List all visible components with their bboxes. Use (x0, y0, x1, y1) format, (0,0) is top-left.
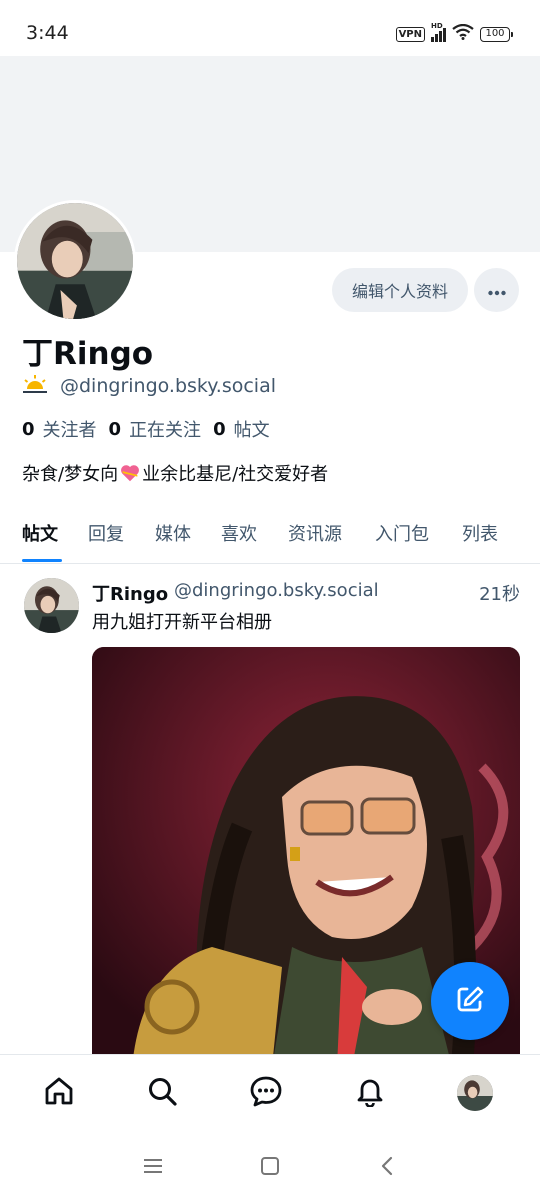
post-author-name[interactable]: 丁Ringo (92, 580, 168, 606)
tab-feeds[interactable]: 资讯源 (288, 520, 342, 546)
tab-starter-packs[interactable]: 入门包 (375, 520, 429, 546)
compose-post-button[interactable] (431, 962, 509, 1040)
battery-indicator: 100 (480, 26, 513, 42)
profile-avatar-small (457, 1075, 493, 1111)
bio-text-end: 业余比基尼/社交爱好者 (142, 464, 329, 485)
vpn-badge: VPN (395, 26, 425, 42)
bio-text-start: 杂食/梦女向 (22, 464, 119, 485)
active-tab-indicator (22, 559, 62, 562)
tab-replies[interactable]: 回复 (88, 520, 124, 546)
post-author-handle[interactable]: @dingringo.bsky.social (174, 580, 379, 601)
nav-home[interactable] (39, 1073, 79, 1113)
back-icon (378, 1155, 396, 1181)
wifi-icon (452, 23, 474, 44)
profile-avatar[interactable] (14, 200, 136, 322)
nav-notifications[interactable] (350, 1073, 390, 1113)
nav-chat[interactable] (246, 1073, 286, 1113)
nav-search[interactable] (142, 1073, 182, 1113)
nav-profile[interactable] (455, 1073, 495, 1113)
signal-label: HD (431, 22, 443, 30)
tab-likes[interactable]: 喜欢 (221, 520, 257, 546)
system-menu-button[interactable] (139, 1154, 167, 1182)
post-timestamp[interactable]: 21秒 (479, 580, 520, 606)
followers-count: 0 (22, 418, 35, 440)
profile-stats: 0 关注者 0 正在关注 0 帖文 (22, 416, 282, 442)
posts-label: 帖文 (233, 420, 270, 441)
heart-ribbon-icon (119, 462, 141, 484)
profile-handle: @dingringo.bsky.social (60, 375, 276, 397)
home-icon (43, 1075, 75, 1111)
profile-bio: 杂食/梦女向 业余比基尼/社交爱好者 (22, 460, 328, 486)
post-author-avatar[interactable] (24, 578, 79, 633)
system-home-button[interactable] (256, 1154, 284, 1182)
compose-icon (453, 982, 487, 1020)
following-link[interactable]: 正在关注 (129, 416, 201, 442)
edit-profile-button[interactable]: 编辑个人资料 (332, 268, 468, 312)
sunrise-icon (22, 374, 48, 398)
tab-media[interactable]: 媒体 (155, 520, 191, 546)
profile-tabs: 帖文 回复 媒体 喜欢 资讯源 入门包 列表 (0, 512, 540, 564)
posts-count: 0 (213, 418, 226, 440)
tab-posts[interactable]: 帖文 (22, 520, 58, 546)
tab-lists[interactable]: 列表 (462, 520, 498, 546)
system-back-button[interactable] (373, 1154, 401, 1182)
ellipsis-icon (487, 281, 506, 300)
system-navigation-bar (0, 1130, 540, 1200)
following-count: 0 (108, 418, 122, 440)
followers-link[interactable]: 关注者 (43, 416, 97, 442)
chat-icon (249, 1075, 283, 1111)
handle-row: @dingringo.bsky.social (22, 374, 276, 398)
bell-icon (354, 1075, 386, 1111)
signal-icon: HD (431, 22, 446, 42)
more-options-button[interactable] (474, 268, 519, 312)
profile-display-name: 丁Ringo (22, 336, 154, 372)
status-time: 3:44 (26, 22, 69, 44)
post-text: 用九姐打开新平台相册 (92, 612, 272, 633)
profile-screen: 3:44 VPN HD 100 编辑个人资料 丁Ringo @dingringo… (0, 0, 540, 1200)
home-square-icon (259, 1155, 281, 1181)
status-bar: 3:44 VPN HD 100 (0, 0, 540, 56)
menu-icon (142, 1157, 164, 1179)
status-icons: VPN HD 100 (395, 22, 513, 44)
bottom-navigation (0, 1054, 540, 1130)
search-icon (146, 1075, 178, 1111)
